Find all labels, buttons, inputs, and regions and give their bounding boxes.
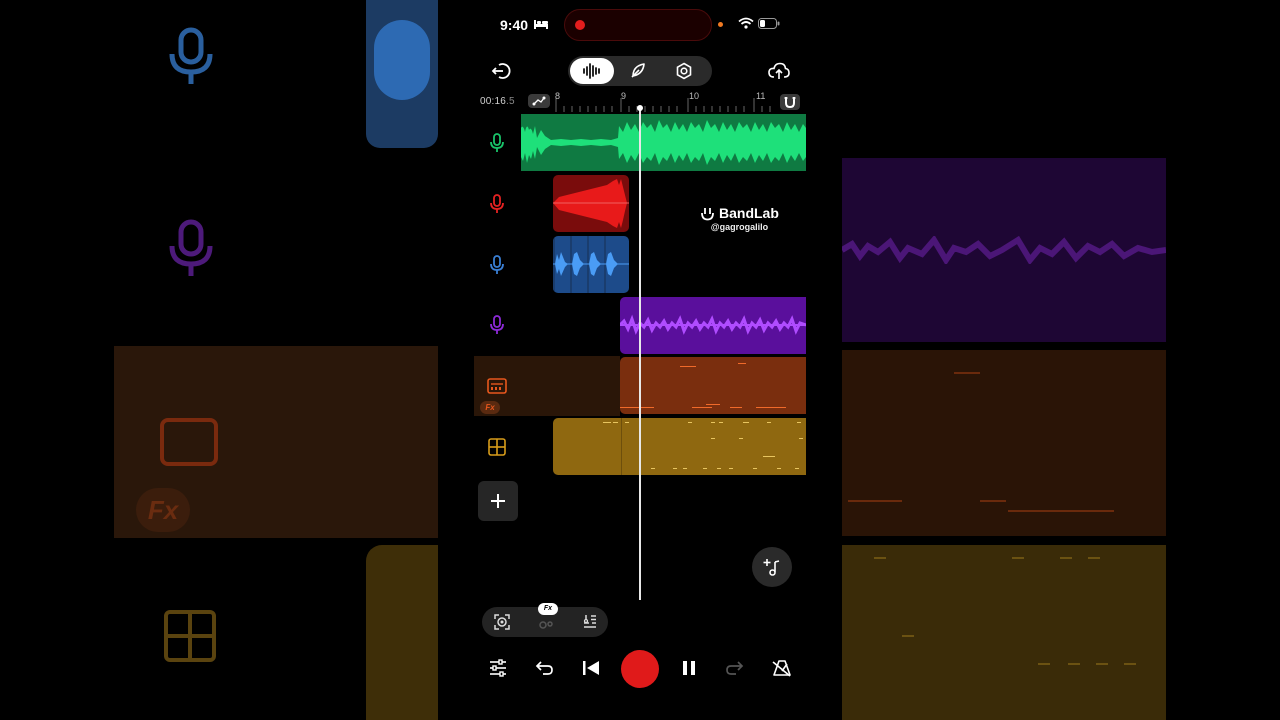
watermark-user: @gagrogalilo [710, 222, 769, 232]
sliders-list-icon [583, 615, 596, 628]
track-vocal-3-icon[interactable] [486, 254, 508, 276]
mixer-button[interactable] [484, 654, 512, 682]
battery-icon [758, 18, 780, 29]
bg-mic-purple-icon [169, 219, 213, 276]
mixer-sliders-icon [490, 659, 506, 677]
playhead-handle[interactable] [637, 105, 643, 111]
bg-grid-icon [164, 610, 216, 662]
tab-audio[interactable] [570, 58, 614, 84]
bg-yellow-clip [366, 545, 438, 720]
clip-vocal-4[interactable] [620, 297, 806, 354]
clip-waveform [553, 236, 629, 293]
bg-orange-clip [842, 350, 1166, 536]
metronome-off-icon [772, 660, 791, 677]
ruler-tick-label: 10 [689, 91, 700, 101]
exit-icon [491, 63, 511, 79]
phone-screen: 9:40 00:16.5 8 9 10 11 Fx BandLab @gagro… [474, 0, 806, 720]
feather-icon [631, 63, 645, 78]
ruler-tick-label: 11 [756, 91, 766, 101]
view-switcher [568, 56, 712, 86]
undo-button[interactable] [530, 654, 558, 682]
skip-back-icon [583, 661, 599, 675]
effects-icon [539, 621, 553, 629]
cloud-upload-icon [768, 62, 790, 79]
track-tools-bar: Fx [482, 603, 608, 637]
track-synth-icon[interactable] [486, 375, 508, 397]
pause-icon [683, 661, 695, 675]
tab-edit[interactable] [616, 58, 660, 84]
playhead-position: 00:16.5 [480, 96, 515, 107]
fx-indicator[interactable]: Fx [480, 401, 500, 414]
redo-button[interactable] [721, 654, 749, 682]
mic-icon [490, 133, 504, 152]
tuner-icon [494, 614, 510, 630]
clip-synth[interactable] [620, 357, 806, 414]
privacy-dot-icon [718, 22, 723, 27]
waveform-icon [583, 63, 600, 79]
track-vocal-4-icon[interactable] [486, 314, 508, 336]
upload-button[interactable] [764, 56, 794, 86]
status-bar: 9:40 [474, 0, 806, 50]
transport-bar [474, 648, 806, 688]
clip-waveform [553, 179, 629, 228]
redo-icon [726, 661, 744, 675]
top-toolbar [474, 56, 806, 86]
add-track-button[interactable] [478, 481, 518, 521]
status-time: 9:40 [500, 17, 529, 33]
clip-vocal-1[interactable] [521, 114, 806, 171]
background-left: Fx [114, 0, 438, 720]
fx-badge: Fx [538, 603, 558, 615]
bed-icon [534, 20, 548, 29]
hexagon-gear-icon [676, 62, 692, 80]
tab-settings[interactable] [662, 58, 706, 84]
undo-icon [535, 661, 553, 675]
bg-purple-waveform [842, 236, 1166, 264]
clip-drums[interactable] [553, 418, 806, 475]
background-right [842, 0, 1166, 720]
snap-button[interactable] [780, 94, 800, 110]
recording-dot-icon [575, 20, 585, 30]
magnet-icon [784, 97, 796, 109]
exit-button[interactable] [486, 56, 516, 86]
metronome-button[interactable] [768, 654, 796, 682]
mic-icon [490, 315, 504, 334]
clip-vocal-2[interactable] [553, 175, 629, 232]
rewind-button[interactable] [577, 654, 605, 682]
fx-button[interactable]: Fx [534, 603, 558, 634]
track-vocal-1-icon[interactable] [486, 132, 508, 154]
mic-icon [490, 255, 504, 274]
automation-icon [532, 96, 546, 106]
bg-fx-icon: Fx [136, 488, 190, 532]
watermark-brand: BandLab [700, 205, 779, 221]
bandlab-watermark: BandLab @gagrogalilo [700, 205, 779, 232]
automation-button[interactable] [528, 94, 550, 108]
recording-indicator [564, 9, 712, 41]
bandlab-logo-icon [701, 207, 714, 220]
record-button[interactable] [621, 650, 659, 688]
mixer-edit-button[interactable] [578, 610, 602, 634]
mic-icon [490, 194, 504, 213]
ruler-ticks [555, 98, 771, 112]
ruler-tick-label: 9 [621, 91, 627, 101]
playhead[interactable] [639, 106, 641, 600]
plus-icon [491, 494, 505, 508]
ruler-tick-label: 8 [555, 91, 561, 101]
bg-blue-clip [366, 0, 438, 148]
track-vocal-2-icon[interactable] [486, 193, 508, 215]
track-drums-icon[interactable] [486, 436, 508, 458]
clip-waveform [620, 314, 806, 335]
bg-synth-icon [160, 418, 218, 466]
clip-vocal-3[interactable] [553, 236, 629, 293]
wifi-icon [738, 17, 754, 29]
keyboard-icon [487, 378, 507, 394]
pause-button[interactable] [675, 654, 703, 682]
tuner-button[interactable] [490, 610, 514, 634]
add-loop-button[interactable] [752, 547, 792, 587]
bg-yellow-clip-right [842, 545, 1166, 720]
add-music-icon [763, 559, 780, 576]
bg-mic-blue-icon [169, 27, 213, 84]
clip-waveform [521, 120, 806, 165]
drum-pad-icon [488, 438, 506, 456]
